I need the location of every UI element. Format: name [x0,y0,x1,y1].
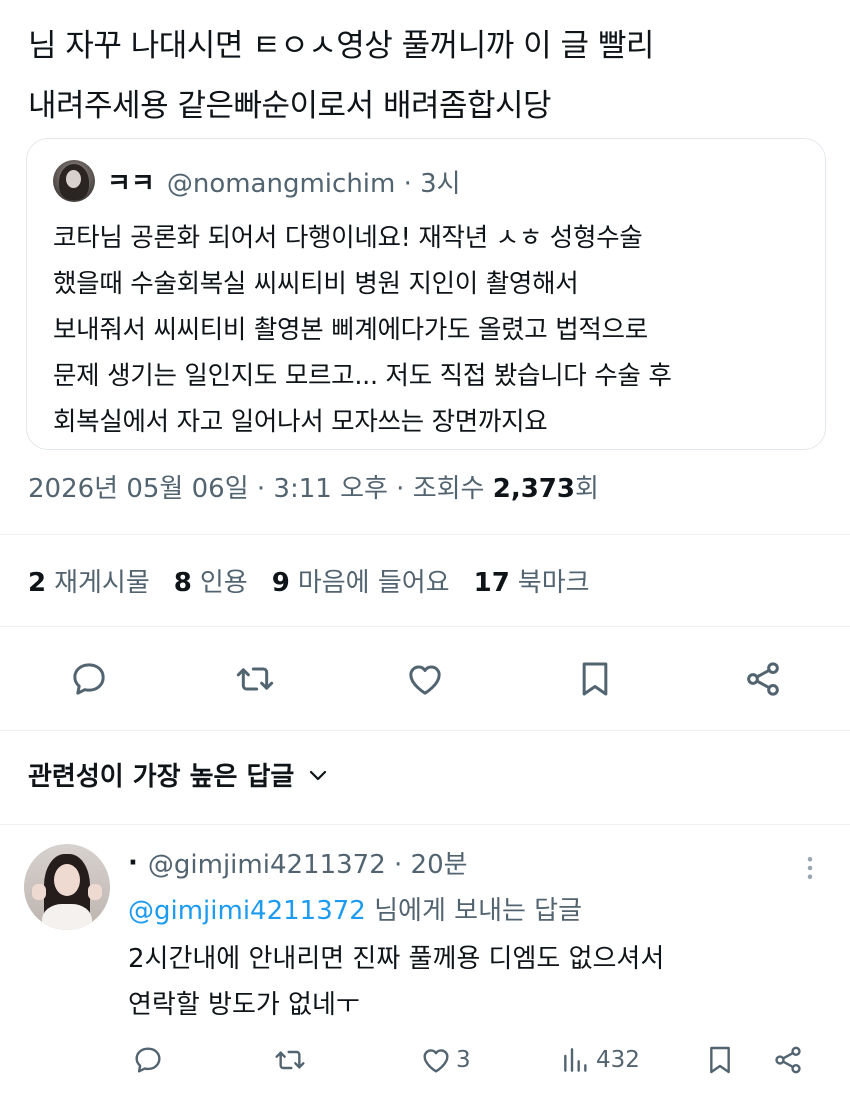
reply-share-button[interactable] [772,1038,804,1082]
reply-retweet-button[interactable] [274,1038,306,1082]
quoted-tweet-header: ㅋㅋ @nomangmichim · 3시 [53,159,461,203]
quoted-tweet-text: 코타님 공론화 되어서 다행이네요! 재작년 ㅅㅎ 성형수술 했을때 수술회복실… [53,215,813,445]
reply-views-button[interactable]: 432 [560,1038,640,1082]
tweet-text-line: 내려주세용 같은빠순이로서 배려좀합시당 [28,88,552,124]
retweet-button[interactable] [228,652,282,706]
share-button[interactable] [736,652,790,706]
reply-reply-button[interactable] [132,1038,164,1082]
stat-label: 재게시물 [54,568,150,598]
quoted-text-line: 보내줘서 씨씨티비 촬영본 삐계에다가도 올렸고 법적으로 [53,315,648,345]
reply-sort-selector[interactable]: 관련성이 가장 높은 답글 [28,756,330,793]
stat-likes[interactable]: 9 마음에 들어요 [272,562,450,599]
stat-label: 인용 [199,568,248,598]
reply-author-name[interactable]: · [128,848,138,878]
analytics-icon [564,1048,587,1072]
reply-icon [73,663,105,695]
divider [0,534,850,535]
tweet-stats: 2 재게시물 8 인용 9 마음에 들어요 17 북마크 [28,562,614,599]
quoted-text-line: 했을때 수술회복실 씨씨티비 병원 지인이 촬영해서 [53,269,579,299]
quoted-text-line: 코타님 공론화 되어서 다행이네요! 재작년 ㅅㅎ 성형수술 [53,223,643,253]
reply-text-line: 2시간내에 안내리면 진짜 풀께용 디엠도 없으셔서 [128,944,665,974]
timestamp[interactable]: 2026년 05월 06일 · 3:11 오후 · 조회수 [28,474,493,504]
stat-label: 북마크 [517,568,590,598]
divider [0,730,850,731]
more-options-button[interactable] [790,848,830,888]
reply-header: · @gimjimi4211372 · 20분 [128,844,468,881]
bookmark-icon [710,1046,730,1074]
quoted-text-line: 회복실에서 자고 일어나서 모자쓰는 장면까지요 [53,407,548,437]
tweet-text: 님 자꾸 나대시면 ㅌㅇㅅ영상 풀꺼니까 이 글 빨리 내려주세용 같은빠순이로… [28,16,828,136]
stat-quotes[interactable]: 8 인용 [174,562,248,599]
reply-to-suffix: 님에게 보내는 답글 [365,896,583,926]
retweet-icon [236,667,274,691]
stat-label: 마음에 들어요 [297,568,450,598]
like-count: 3 [456,1047,471,1073]
quoted-text-line: 문제 생기는 일인지도 모르고... 저도 직접 봤습니다 수술 후 [53,361,672,391]
quoted-author-handle[interactable]: @nomangmichim · 3시 [167,163,461,200]
heart-icon [409,665,441,695]
tweet-meta: 2026년 05월 06일 · 3:11 오후 · 조회수 2,373회 [28,468,599,505]
reply-action-bar: 3 432 [0,1038,850,1082]
bookmark-button[interactable] [568,652,622,706]
quoted-author-name[interactable]: ㅋㅋ [107,163,155,200]
reply-text-line: 연락할 방도가 없네ㅜ [128,990,360,1020]
stat-number: 2 [28,568,47,598]
more-vertical-icon [807,857,813,879]
retweet-icon [275,1050,305,1070]
reply-text: 2시간내에 안내리면 진짜 풀께용 디엠도 없으셔서 연락할 방도가 없네ㅜ [128,936,808,1028]
view-count: 432 [596,1047,640,1073]
view-suffix: 회 [574,474,599,504]
stat-number: 8 [173,568,192,598]
chevron-down-icon [310,770,327,780]
stat-number: 17 [473,568,510,598]
reply-to-line: @gimjimi4211372 님에게 보내는 답글 [128,890,582,927]
reply-tweet[interactable]: · @gimjimi4211372 · 20분 @gimjimi4211372 … [0,826,850,1106]
reply-icon [135,1047,161,1073]
heart-icon [423,1049,449,1073]
divider [0,824,850,825]
quoted-tweet-card[interactable]: ㅋㅋ @nomangmichim · 3시 코타님 공론화 되어서 다행이네요!… [26,138,826,450]
avatar[interactable] [24,844,110,930]
bookmark-icon [582,662,608,696]
share-icon [775,1046,801,1074]
avatar[interactable] [53,160,95,202]
share-icon [747,662,779,696]
reply-like-button[interactable]: 3 [420,1038,471,1082]
reply-bookmark-button[interactable] [704,1038,736,1082]
divider [0,626,850,627]
mention-link[interactable]: @gimjimi4211372 [128,896,366,926]
reply-author-handle[interactable]: @gimjimi4211372 · 20분 [148,844,468,881]
stat-reposts[interactable]: 2 재게시물 [28,562,150,599]
tweet-action-bar [0,652,850,706]
tweet-text-line: 님 자꾸 나대시면 ㅌㅇㅅ영상 풀꺼니까 이 글 빨리 [28,28,654,64]
sort-label: 관련성이 가장 높은 답글 [28,762,295,792]
reply-button[interactable] [62,652,116,706]
stat-bookmarks[interactable]: 17 북마크 [474,562,590,599]
like-button[interactable] [398,652,452,706]
view-count: 2,373 [492,474,575,504]
stat-number: 9 [271,568,290,598]
